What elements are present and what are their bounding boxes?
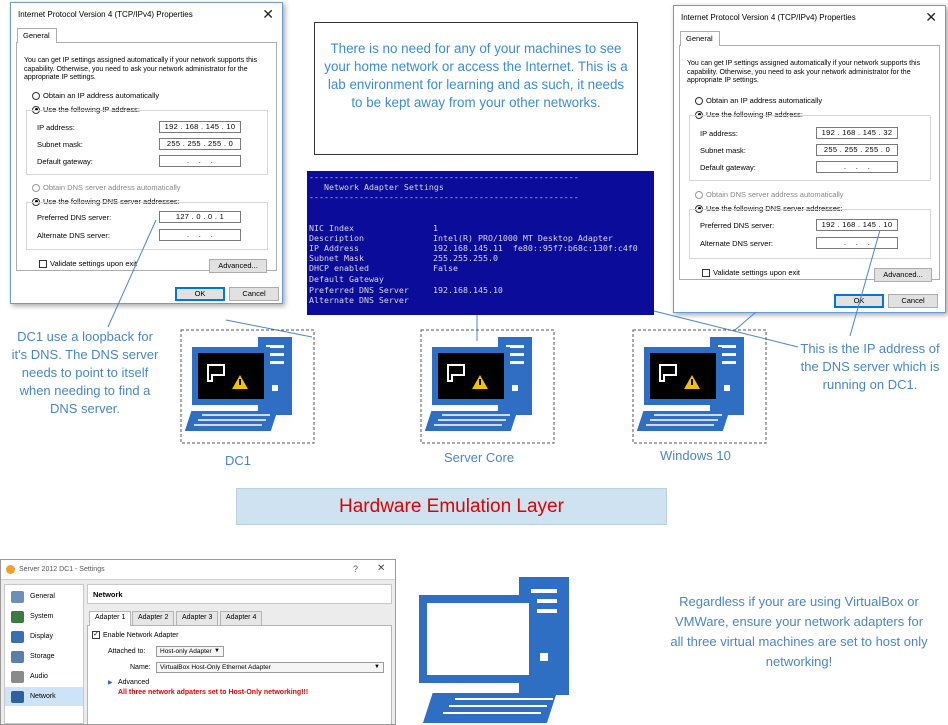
hardware-emulation-layer: Hardware Emulation Layer <box>236 488 667 525</box>
sidebar-item-audio[interactable]: Audio <box>5 667 83 686</box>
dropdown-arrow-icon: ▼ <box>214 648 220 654</box>
vbox-network-page: Network Adapter 1 Adapter 2 Adapter 3 Ad… <box>87 584 392 724</box>
name-label: Name: <box>130 664 151 671</box>
dc1-dns-pointer <box>107 219 157 328</box>
storage-icon <box>11 650 24 663</box>
advanced-expander[interactable]: Advanced <box>118 679 149 686</box>
host-only-callout: Regardless if your are using VirtualBox … <box>670 594 928 669</box>
enable-adapter-checkbox[interactable]: ✓ Enable Network Adapter <box>92 631 179 639</box>
select-value: Host-only Adapter <box>160 648 212 655</box>
tab-adapter-4[interactable]: Adapter 4 <box>220 611 263 625</box>
server-core-label: Server Core <box>444 450 515 465</box>
dropdown-arrow-icon: ▼ <box>374 664 380 670</box>
dc1-dns-callout: DC1 use a loopback for it's DNS. The DNS… <box>11 329 159 416</box>
network-icon <box>11 690 24 703</box>
dns-ip-callout: This is the IP address of the DNS server… <box>800 341 940 392</box>
dc1-label: DC1 <box>225 453 252 468</box>
host-only-warning: All three network adpaters set to Host-O… <box>118 689 309 696</box>
windows10-computer-icon <box>632 329 767 444</box>
display-icon <box>11 630 24 643</box>
tab-general[interactable]: General <box>680 31 720 46</box>
sidebar-item-label: Display <box>30 633 53 640</box>
sidebar-item-network[interactable]: Network <box>5 687 83 706</box>
virtualbox-settings-window: Server 2012 DC1 - Settings ? ✕ General S… <box>0 559 396 725</box>
close-icon[interactable]: ✕ <box>377 563 385 574</box>
audio-icon <box>11 670 24 683</box>
win10-link-line <box>734 311 757 331</box>
tab-general[interactable]: General <box>17 28 57 43</box>
system-icon <box>11 610 24 623</box>
host-computer-icon <box>419 577 569 723</box>
vbox-app-icon <box>6 565 15 574</box>
sidebar-item-label: Storage <box>30 653 55 660</box>
sidebar-item-label: General <box>30 593 55 600</box>
attached-label: Attached to: <box>108 648 146 655</box>
dns-ip-pointer <box>849 229 881 337</box>
select-value: VirtualBox Host-Only Ethernet Adapter <box>160 664 271 671</box>
checkbox-checked-icon: ✓ <box>92 631 100 639</box>
expand-arrow-icon[interactable]: ▶ <box>108 679 113 686</box>
vbox-window-title: Server 2012 DC1 - Settings <box>19 566 105 573</box>
attached-to-select[interactable]: Host-only Adapter ▼ <box>156 646 224 657</box>
general-icon <box>11 590 24 603</box>
vbox-titlebar: Server 2012 DC1 - Settings ? ✕ <box>1 560 395 580</box>
checkbox-label: Enable Network Adapter <box>103 631 179 639</box>
sidebar-item-label: Network <box>30 693 56 700</box>
sidebar-item-label: System <box>30 613 54 620</box>
server-core-computer-icon <box>420 329 555 444</box>
tab-adapter-2[interactable]: Adapter 2 <box>132 611 175 625</box>
section-title: Network <box>87 584 392 604</box>
help-icon[interactable]: ? <box>353 564 358 574</box>
sidebar-item-label: Audio <box>30 673 48 680</box>
vbox-sidebar: General System Display Storage Audio Net… <box>4 584 84 724</box>
dc1-computer-icon <box>180 329 315 444</box>
tab-adapter-1[interactable]: Adapter 1 <box>89 611 132 626</box>
adapter-panel: ✓ Enable Network Adapter Attached to: Ho… <box>87 625 392 724</box>
sidebar-item-general[interactable]: General <box>5 587 83 606</box>
sidebar-item-storage[interactable]: Storage <box>5 647 83 666</box>
tab-adapter-3[interactable]: Adapter 3 <box>176 611 219 625</box>
adapter-name-select[interactable]: VirtualBox Host-Only Ethernet Adapter ▼ <box>156 662 384 673</box>
windows10-label: Windows 10 <box>660 448 731 463</box>
sidebar-item-system[interactable]: System <box>5 607 83 626</box>
sidebar-item-display[interactable]: Display <box>5 627 83 646</box>
